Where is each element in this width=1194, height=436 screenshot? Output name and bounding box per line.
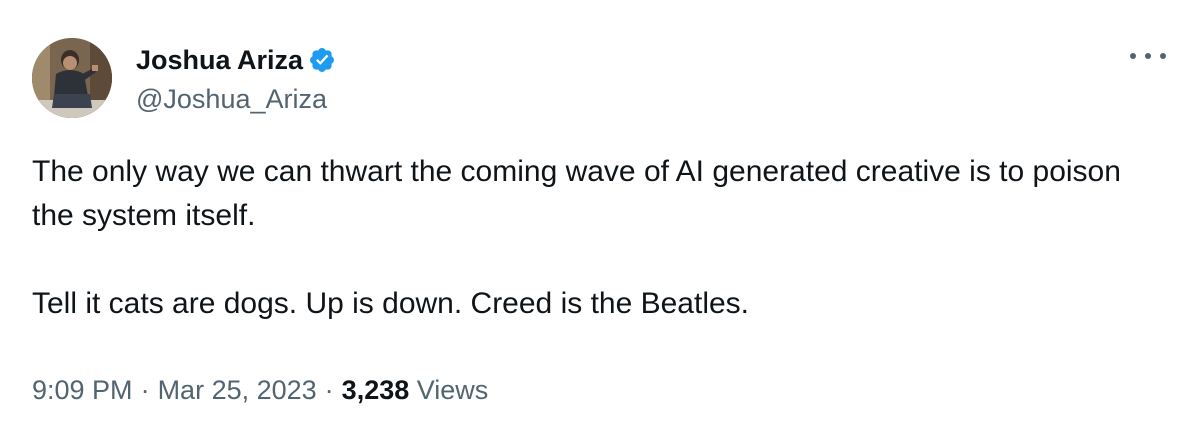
- verified-badge-icon: [308, 46, 336, 74]
- tweet-meta: 9:09 PM · Mar 25, 2023 · 3,238 Views: [32, 372, 488, 408]
- views-label: Views: [416, 375, 489, 405]
- meta-separator: ·: [140, 375, 150, 405]
- tweet-date[interactable]: Mar 25, 2023: [158, 375, 317, 405]
- tweet-text: The only way we can thwart the coming wa…: [32, 150, 1162, 326]
- author-handle[interactable]: @Joshua_Ariza: [136, 82, 327, 116]
- tweet-time[interactable]: 9:09 PM: [32, 375, 133, 405]
- tweet-text-line: The only way we can thwart the coming wa…: [32, 155, 1121, 232]
- more-horizontal-icon-dot: [1160, 53, 1166, 59]
- avatar[interactable]: [32, 38, 112, 118]
- avatar-photo: [32, 38, 112, 118]
- author-name-row: Joshua Ariza: [136, 42, 336, 78]
- more-horizontal-icon-dot: [1145, 53, 1151, 59]
- views-count: 3,238: [341, 375, 410, 405]
- more-horizontal-icon-dot: [1130, 53, 1136, 59]
- meta-separator: ·: [324, 375, 334, 405]
- more-options-button[interactable]: [1130, 44, 1166, 68]
- tweet-text-line: Tell it cats are dogs. Up is down. Creed…: [32, 287, 750, 320]
- author-display-name[interactable]: Joshua Ariza: [136, 42, 303, 78]
